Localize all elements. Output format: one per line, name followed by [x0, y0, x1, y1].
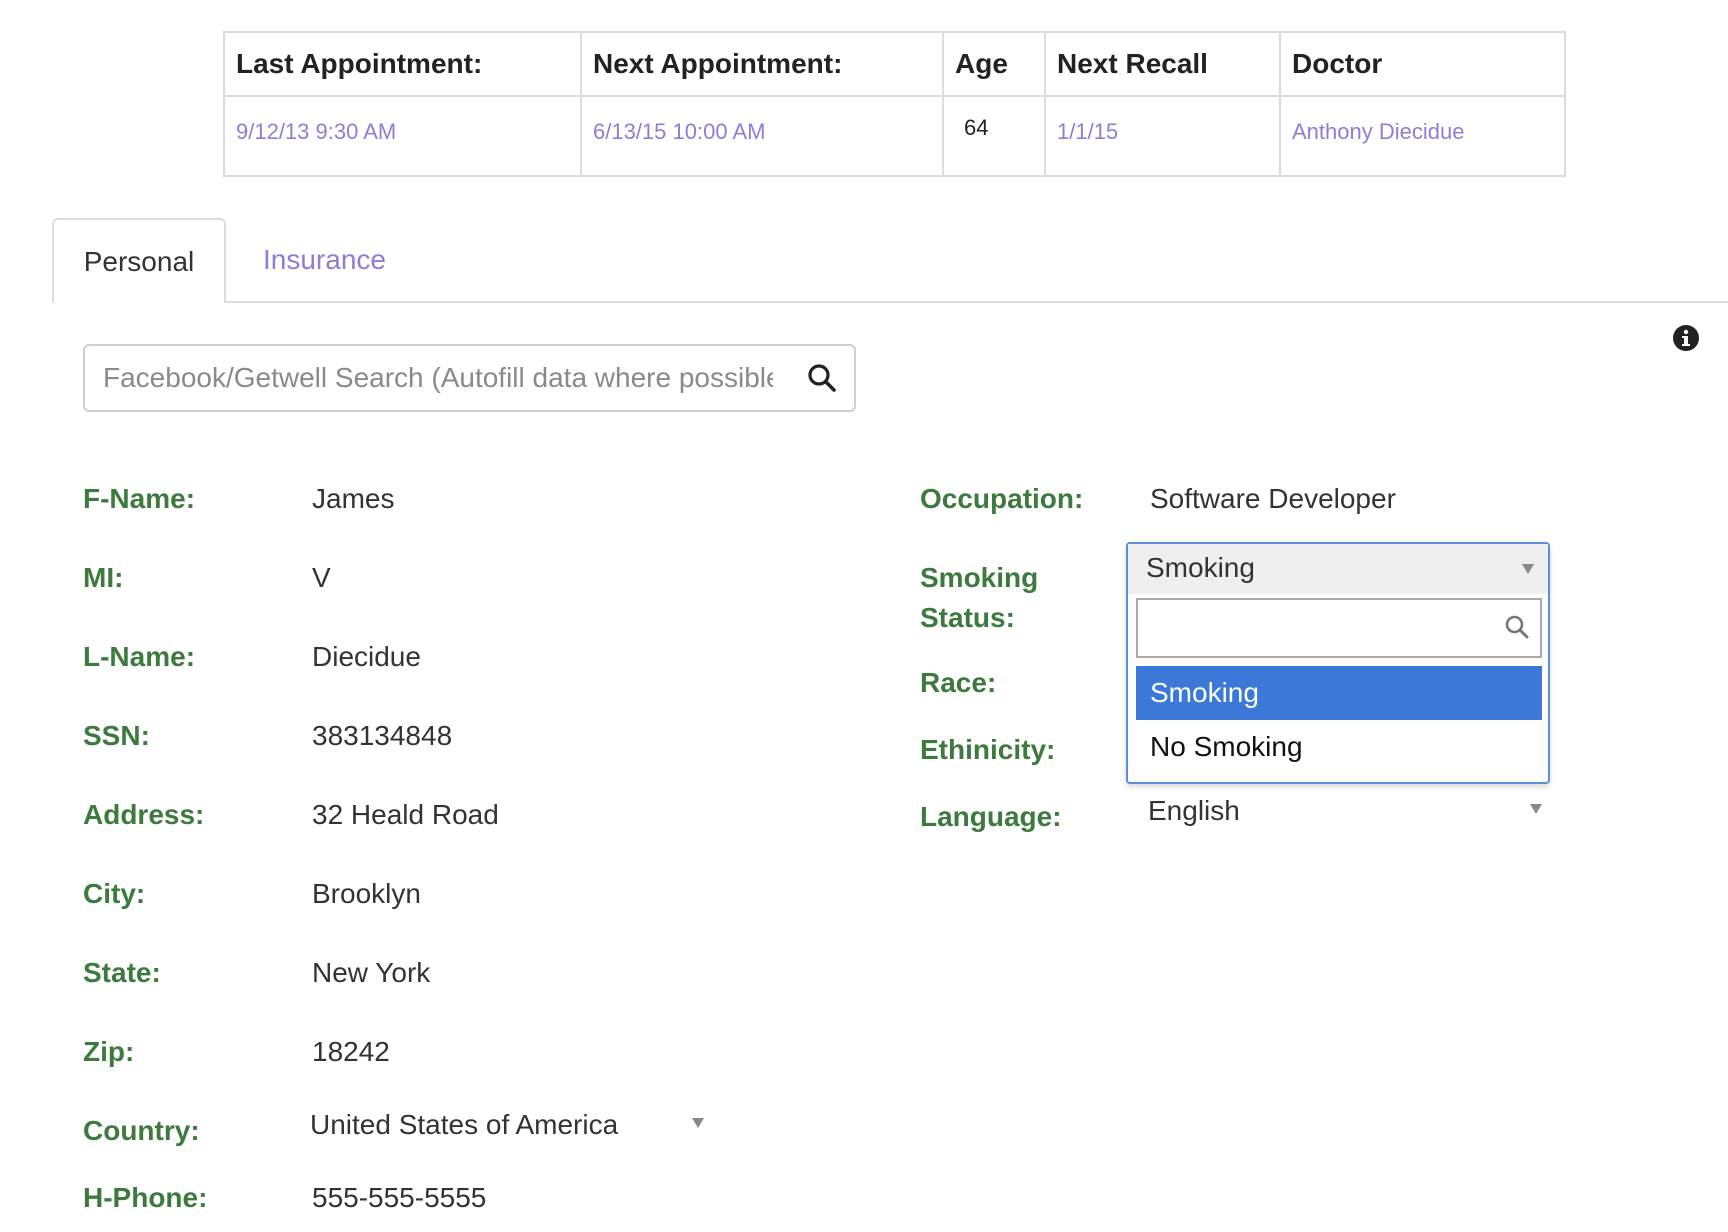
- smoking-chevron-down-icon[interactable]: [1522, 564, 1534, 574]
- table-header-row: Last Appointment: Next Appointment: Age …: [223, 31, 1566, 97]
- info-circle-icon[interactable]: [1672, 324, 1700, 352]
- occupation-value[interactable]: Software Developer: [1150, 482, 1396, 516]
- doctor-link[interactable]: Anthony Diecidue: [1292, 119, 1464, 144]
- race-label: Race:: [920, 667, 997, 698]
- smoking-status-label-line2: Status:: [920, 602, 1015, 633]
- occupation-label: Occupation:: [920, 483, 1084, 514]
- language-label: Language:: [920, 801, 1062, 832]
- country-chevron-down-icon[interactable]: [692, 1118, 704, 1128]
- cell-age: 64: [942, 95, 1046, 177]
- last-appointment-link[interactable]: 9/12/13 9:30 AM: [236, 119, 396, 144]
- option-no-smoking[interactable]: No Smoking: [1136, 720, 1542, 774]
- city-label: City:: [83, 878, 146, 909]
- header-last-appointment: Last Appointment:: [223, 31, 582, 97]
- hphone-label: H-Phone:: [83, 1182, 208, 1213]
- header-age: Age: [942, 31, 1046, 97]
- header-next-appointment: Next Appointment:: [580, 31, 944, 97]
- dropdown-search-input[interactable]: [1144, 610, 1488, 648]
- fname-value[interactable]: James: [312, 482, 394, 516]
- cell-last-appointment: 9/12/13 9:30 AM: [223, 95, 582, 177]
- address-value[interactable]: 32 Heald Road: [312, 798, 499, 832]
- option-smoking[interactable]: Smoking: [1136, 666, 1542, 720]
- ssn-label: SSN:: [83, 720, 150, 751]
- language-select[interactable]: English: [1148, 794, 1240, 828]
- zip-label: Zip:: [83, 1036, 135, 1067]
- zip-value[interactable]: 18242: [312, 1035, 390, 1069]
- header-next-recall: Next Recall: [1044, 31, 1281, 97]
- next-recall-link[interactable]: 1/1/15: [1057, 119, 1118, 144]
- tab-personal[interactable]: Personal: [52, 218, 226, 303]
- ethnicity-label: Ethinicity:: [920, 734, 1056, 765]
- country-label: Country:: [83, 1115, 200, 1146]
- address-label: Address:: [83, 799, 205, 830]
- smoking-status-select[interactable]: Smoking: [1128, 544, 1548, 594]
- hphone-value[interactable]: 555-555-5555: [312, 1181, 486, 1215]
- mi-value[interactable]: V: [312, 561, 331, 595]
- lname-value[interactable]: Diecidue: [312, 640, 421, 674]
- search-icon: [1505, 615, 1529, 639]
- cell-next-recall: 1/1/15: [1044, 95, 1281, 177]
- lname-label: L-Name:: [83, 641, 196, 672]
- cell-next-appointment: 6/13/15 10:00 AM: [580, 95, 944, 177]
- country-select[interactable]: United States of America: [310, 1108, 618, 1142]
- search-icon[interactable]: [806, 362, 838, 394]
- state-label: State:: [83, 957, 161, 988]
- state-value[interactable]: New York: [312, 956, 430, 990]
- table-row: 9/12/13 9:30 AM 6/13/15 10:00 AM 64 1/1/…: [223, 95, 1566, 177]
- smoking-status-selected-value: Smoking: [1146, 552, 1255, 583]
- facebook-search-box: [83, 344, 856, 412]
- next-appointment-link[interactable]: 6/13/15 10:00 AM: [593, 119, 765, 144]
- appointment-summary-table: Last Appointment: Next Appointment: Age …: [223, 31, 1566, 177]
- header-doctor: Doctor: [1279, 31, 1566, 97]
- tab-insurance[interactable]: Insurance: [263, 218, 386, 303]
- ssn-value[interactable]: 383134848: [312, 719, 452, 753]
- facebook-search-input[interactable]: [103, 358, 773, 398]
- language-chevron-down-icon[interactable]: [1530, 804, 1542, 814]
- dropdown-search-box: [1136, 598, 1542, 658]
- smoking-status-dropdown: Smoking Smoking No Smoking: [1126, 542, 1550, 784]
- mi-label: MI:: [83, 562, 124, 593]
- fname-label: F-Name:: [83, 483, 196, 514]
- city-value[interactable]: Brooklyn: [312, 877, 421, 911]
- cell-doctor: Anthony Diecidue: [1279, 95, 1566, 177]
- smoking-status-label-line1: Smoking: [920, 562, 1039, 593]
